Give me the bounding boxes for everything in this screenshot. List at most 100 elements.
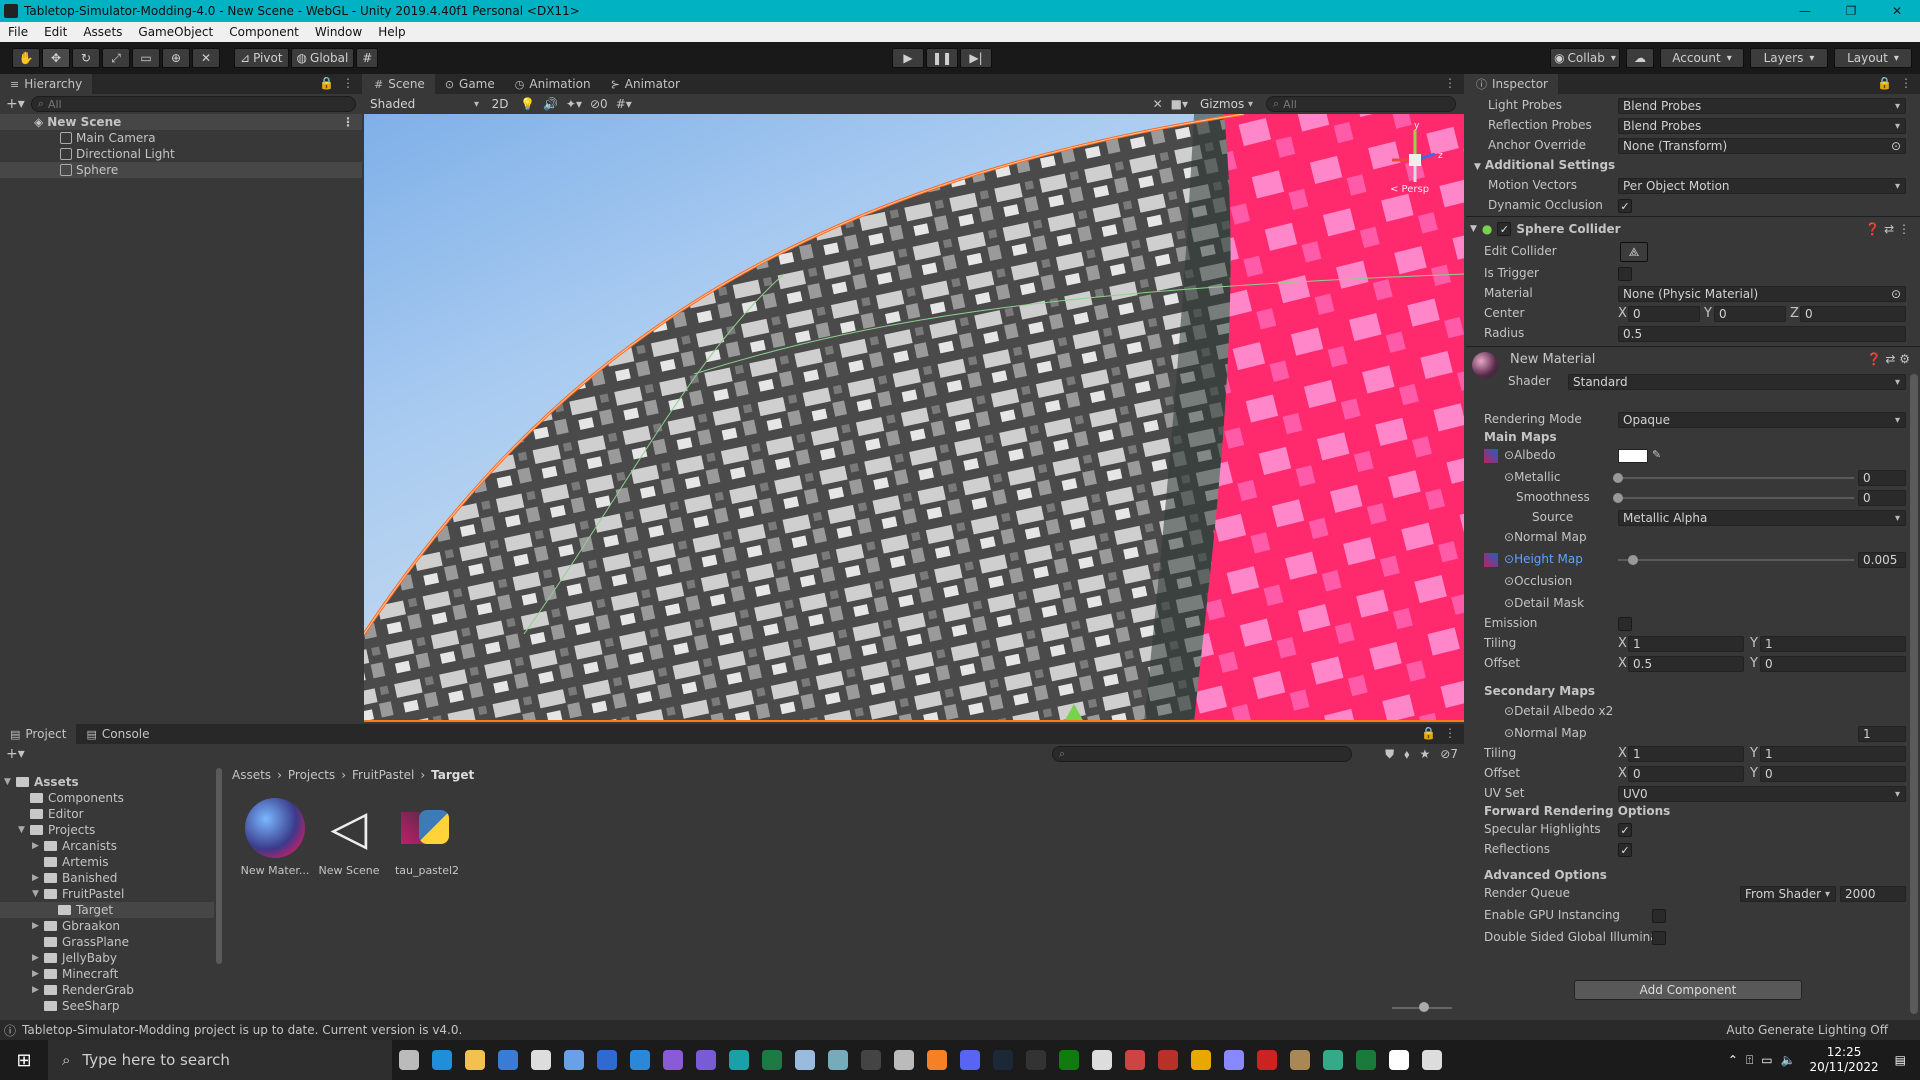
height-texture-icon[interactable] [1484,553,1498,567]
center-y-field[interactable]: 0 [1714,306,1786,322]
shader-dropdown[interactable]: Standard [1568,374,1906,390]
project-tree-item[interactable]: ▶ Banished [0,870,214,886]
project-tree-item[interactable]: Editor [0,806,214,822]
source-dropdown[interactable]: Metallic Alpha [1618,510,1906,526]
layout-dropdown[interactable]: Layout [1834,48,1912,68]
edge-icon[interactable] [425,1040,458,1080]
albedo-texture-icon[interactable] [1484,449,1498,463]
smoothness-field[interactable]: 0 [1858,490,1906,506]
object-picker-icon[interactable]: ⊙ [1891,139,1901,153]
uv-set-dropdown[interactable]: UV0 [1618,786,1906,802]
app-icon[interactable] [1118,1040,1151,1080]
radius-field[interactable]: 0.5 [1618,326,1906,342]
inspector-menu-icon[interactable]: 🔒 ⋮ [1877,76,1914,90]
cloud-icon[interactable]: ☁ [1626,48,1654,68]
app-icon[interactable] [1250,1040,1283,1080]
metallic-knob[interactable] [1613,473,1623,483]
excel-icon[interactable] [755,1040,788,1080]
project-tree-item[interactable]: ▶ Minecraft [0,966,214,982]
app-icon[interactable] [887,1040,920,1080]
project-menu-icon[interactable]: 🔒 ⋮ [1421,726,1458,740]
tray-network-icon[interactable]: ▭ [1761,1053,1772,1067]
scene-row[interactable]: ◈ New Scene ⋮ [0,114,362,130]
tab-console[interactable]: ▤ Console [76,724,159,744]
perspective-label[interactable]: < Persp [1390,184,1429,195]
project-tree-item[interactable]: ▶ Gbraakon [0,918,214,934]
effects-toggle-icon[interactable]: ✦▾ [566,97,582,111]
height-slider[interactable] [1618,559,1854,561]
menu-assets[interactable]: Assets [75,25,130,39]
expand-closed-icon[interactable]: ▶ [32,985,44,995]
center-x-field[interactable]: 0 [1628,306,1700,322]
menu-window[interactable]: Window [307,25,370,39]
tray-chevron-up-icon[interactable]: ⌃ [1728,1053,1738,1067]
global-toggle[interactable]: ◍ Global [290,48,355,68]
steam-icon[interactable] [986,1040,1019,1080]
camera-icon[interactable]: ■▾ [1171,97,1188,111]
anchor-override-field[interactable]: None (Transform) ⊙ [1618,138,1906,154]
project-tree-item[interactable]: ▶ RenderGrab [0,982,214,998]
minimize-button[interactable]: — [1782,0,1828,22]
height-field[interactable]: 0.005 [1858,552,1906,568]
inspector-scrollbar[interactable] [1910,374,1918,1014]
metallic-slider[interactable] [1618,477,1854,479]
collider-enabled-checkbox[interactable]: ✓ [1497,222,1512,236]
light-probes-dropdown[interactable]: Blend Probes [1618,98,1906,114]
render-queue-dropdown[interactable]: From Shader [1740,886,1836,902]
project-tree-item[interactable]: SeeSharp [0,998,214,1014]
app-icon[interactable] [1316,1040,1349,1080]
create-plus-icon[interactable]: +▾ [6,746,25,762]
discord-icon[interactable] [953,1040,986,1080]
is-trigger-checkbox[interactable] [1618,267,1632,281]
center-z-field[interactable]: 0 [1800,306,1906,322]
app-icon[interactable] [1283,1040,1316,1080]
arduino-icon[interactable] [722,1040,755,1080]
hidden-objects-icon[interactable]: ⊘ [590,97,600,111]
clock[interactable]: 12:25 20/11/2022 [1809,1045,1878,1075]
blender-icon[interactable] [920,1040,953,1080]
smoothness-knob[interactable] [1613,493,1623,503]
store-icon[interactable] [491,1040,524,1080]
project-tree-item[interactable]: ▼ Assets [0,774,214,790]
tab-animator[interactable]: ⊱ Animator [601,74,690,94]
close-button[interactable]: ✕ [1874,0,1920,22]
edit-collider-button[interactable]: ⟁ [1620,242,1648,262]
project-tree-item[interactable]: Components [0,790,214,806]
tab-inspector[interactable]: ⓘ Inspector [1466,74,1558,94]
app-icon[interactable] [1217,1040,1250,1080]
app-icon[interactable] [1151,1040,1184,1080]
tab-game[interactable]: ⊙ Game [435,74,505,94]
specular-highlights-checkbox[interactable]: ✓ [1618,823,1632,837]
collab-dropdown[interactable]: ◉ Collab [1550,48,1620,68]
scene-orientation-gizmo[interactable]: y z < Persp [1380,120,1450,200]
xbox-icon[interactable] [1052,1040,1085,1080]
app-icon[interactable] [623,1040,656,1080]
project-tree-item[interactable]: Artemis [0,854,214,870]
menu-file[interactable]: File [0,25,36,39]
rect-tool-icon[interactable]: ▭ [132,48,160,68]
scale-tool-icon[interactable]: ⤢ [102,48,130,68]
scene-panel-menu-icon[interactable]: ⋮ [1444,76,1458,90]
expand-open-icon[interactable]: ▼ [32,889,44,899]
material-menu-icon[interactable]: ❓ ⇄ ⚙ [1867,352,1910,366]
project-tree-item[interactable]: ▶ JellyBaby [0,950,214,966]
project-tree-item[interactable]: ▶ Arcanists [0,838,214,854]
project-tree-item[interactable]: ▼ FruitPastel [0,886,214,902]
scene-viewport[interactable]: y z < Persp [364,114,1464,722]
tab-hierarchy[interactable]: ≡ Hierarchy [0,74,93,94]
start-button[interactable]: ⊞ [0,1040,48,1080]
expand-closed-icon[interactable]: ▶ [32,921,44,931]
app-icon[interactable] [821,1040,854,1080]
app-icon[interactable] [788,1040,821,1080]
tools-icon[interactable]: ✕ [1153,97,1163,111]
tiling-x-field[interactable]: 1 [1628,636,1744,652]
app-icon[interactable] [1415,1040,1448,1080]
github-icon[interactable] [689,1040,722,1080]
hierarchy-item[interactable]: Main Camera [0,130,362,146]
smoothness-slider[interactable] [1618,497,1854,499]
asset-item[interactable]: New Mater... [240,798,310,877]
render-queue-field[interactable]: 2000 [1840,886,1906,902]
object-picker-icon[interactable]: ⊙ [1891,287,1901,301]
breadcrumb-item[interactable]: Target [431,768,474,782]
tab-animation[interactable]: ◷ Animation [505,74,601,94]
